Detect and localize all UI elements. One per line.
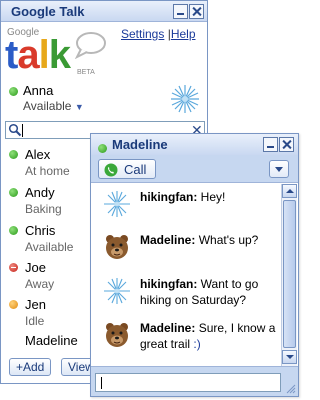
self-name: Anna bbox=[23, 83, 54, 98]
settings-link[interactable]: Settings bbox=[121, 27, 164, 41]
message-list: hikingfan: Hey! Madeline: What's up? hik… bbox=[91, 184, 281, 366]
contact-status: Available bbox=[25, 240, 74, 254]
snowflake-avatar-icon bbox=[104, 191, 130, 217]
contact-name: Alex bbox=[25, 147, 51, 162]
contact-status: Baking bbox=[25, 202, 62, 216]
available-dot-icon bbox=[9, 150, 18, 159]
idle-dot-icon bbox=[9, 300, 18, 309]
snowflake-avatar-icon[interactable] bbox=[167, 81, 203, 117]
add-contact-button[interactable]: +Add bbox=[9, 358, 52, 376]
scroll-up-arrow-icon[interactable] bbox=[282, 184, 297, 198]
self-status-label: Available bbox=[23, 99, 72, 113]
contact-name: Joe bbox=[25, 260, 46, 275]
chevron-down-icon: ▼ bbox=[74, 102, 84, 112]
main-titlebar[interactable]: Google Talk bbox=[1, 1, 207, 22]
chat-input-area bbox=[91, 366, 298, 396]
bear-avatar-icon bbox=[106, 235, 128, 259]
snowflake-avatar-icon bbox=[104, 278, 130, 304]
contact-name: Chris bbox=[25, 223, 56, 238]
available-dot-icon bbox=[98, 144, 107, 153]
scrollbar-thumb[interactable] bbox=[283, 200, 296, 348]
chat-window: Madeline Call hikingfan: Hey! Madeline: … bbox=[90, 133, 299, 397]
contact-name: Andy bbox=[25, 185, 55, 200]
message-sender: hikingfan: bbox=[140, 277, 198, 291]
message-body: What's up? bbox=[198, 233, 259, 247]
help-link[interactable]: Help bbox=[171, 27, 196, 41]
busy-dot-icon bbox=[9, 263, 18, 272]
contact-status: Idle bbox=[25, 314, 45, 328]
message-text: hikingfan: Hey! bbox=[140, 189, 278, 205]
chat-title: Madeline bbox=[112, 137, 168, 152]
call-button[interactable]: Call bbox=[98, 159, 156, 179]
search-caret bbox=[22, 124, 23, 137]
contact-name: Jen bbox=[25, 297, 46, 312]
minimize-button[interactable] bbox=[173, 4, 188, 19]
top-links: Settings |Help bbox=[121, 27, 196, 41]
smiley-emoticon: :) bbox=[193, 337, 201, 351]
self-status-dropdown[interactable]: Available ▼ bbox=[23, 99, 84, 113]
available-dot-icon bbox=[9, 188, 18, 197]
message-body: Hey! bbox=[200, 190, 226, 204]
message-sender: Madeline: bbox=[140, 321, 196, 335]
chat-options-dropdown[interactable] bbox=[269, 160, 289, 178]
close-button[interactable] bbox=[189, 4, 204, 19]
speech-bubble-icon bbox=[74, 32, 106, 59]
contact-status: At home bbox=[25, 164, 70, 178]
chat-input-caret bbox=[101, 377, 102, 389]
message-text: hikingfan: Want to go hiking on Saturday… bbox=[140, 276, 278, 308]
window-title: Google Talk bbox=[11, 4, 85, 19]
call-label: Call bbox=[124, 162, 147, 177]
message-text: Madeline: Sure, I know a great trail :) bbox=[140, 320, 278, 352]
bear-avatar-icon bbox=[106, 323, 128, 347]
chat-message-input[interactable] bbox=[95, 373, 281, 392]
phone-icon bbox=[104, 163, 118, 177]
chat-titlebar[interactable]: Madeline bbox=[91, 134, 298, 155]
chat-minimize-button[interactable] bbox=[263, 137, 278, 152]
contact-name: Madeline bbox=[25, 333, 78, 348]
message-sender: hikingfan: bbox=[140, 190, 198, 204]
available-dot-icon bbox=[9, 226, 18, 235]
message-sender: Madeline: bbox=[140, 233, 196, 247]
resize-grip-icon[interactable] bbox=[284, 382, 296, 394]
chat-toolbar: Call bbox=[91, 155, 298, 183]
scroll-down-arrow-icon[interactable] bbox=[282, 350, 297, 364]
message-text: Madeline: What's up? bbox=[140, 232, 278, 248]
available-dot-icon bbox=[9, 87, 18, 96]
search-icon bbox=[8, 123, 22, 137]
logo-beta-label: BETA bbox=[77, 69, 95, 76]
self-presence-dot bbox=[9, 83, 18, 101]
chat-close-button[interactable] bbox=[279, 137, 294, 152]
logo-talk-wordmark: talk bbox=[5, 33, 71, 77]
google-talk-logo: Google talk BETA bbox=[5, 27, 106, 79]
contact-status: Away bbox=[25, 277, 55, 291]
message-scrollbar[interactable] bbox=[281, 184, 297, 366]
